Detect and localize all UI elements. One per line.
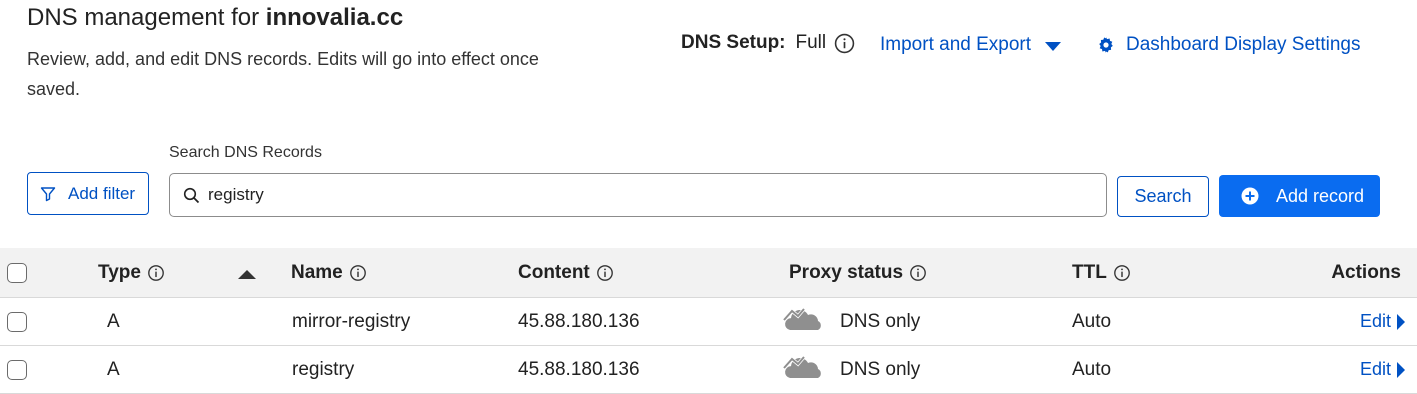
add-filter-button[interactable]: Add filter: [27, 172, 149, 215]
column-actions: Actions: [1331, 248, 1401, 297]
search-input[interactable]: [208, 185, 1088, 205]
record-ttl: Auto: [1072, 358, 1112, 380]
dns-setup-value: Full: [795, 32, 827, 53]
column-ttl[interactable]: TTL: [1072, 248, 1131, 297]
record-content: 45.88.180.136: [518, 358, 640, 380]
column-ttl-label: TTL: [1072, 261, 1107, 283]
column-actions-label: Actions: [1331, 261, 1401, 283]
dashboard-display-settings-label: Dashboard Display Settings: [1126, 34, 1361, 55]
edit-link-text[interactable]: Edit: [1360, 359, 1405, 380]
info-icon[interactable]: [834, 33, 855, 54]
edit-label: Edit: [1359, 359, 1391, 379]
search-icon: [183, 187, 200, 203]
column-name[interactable]: Name: [291, 248, 367, 297]
dns-records-table: Type Name Content Proxy status TTL Actio…: [0, 248, 1417, 394]
edit-record-link[interactable]: Edit: [1360, 298, 1405, 345]
sort-ascending-icon[interactable]: [238, 270, 256, 279]
import-export-menu[interactable]: Import and Export: [880, 34, 1062, 56]
record-content: 45.88.180.136: [518, 310, 640, 332]
column-type-label: Type: [98, 261, 141, 283]
dashboard-display-settings-link[interactable]: Dashboard Display Settings: [1098, 34, 1360, 56]
gear-icon: [1099, 37, 1113, 53]
search-field[interactable]: [169, 173, 1107, 217]
cloud-dns-only-icon: [782, 355, 821, 378]
search-button[interactable]: Search: [1117, 176, 1209, 217]
record-type: A: [107, 358, 120, 380]
table-header: Type Name Content Proxy status TTL Actio…: [0, 248, 1417, 298]
record-name: registry: [292, 358, 355, 380]
dns-setup: DNS Setup: Full: [681, 32, 855, 54]
info-icon[interactable]: [147, 264, 165, 282]
column-proxy-status[interactable]: Proxy status: [789, 248, 927, 297]
table-row: A mirror-registry 45.88.180.136 DNS only…: [0, 298, 1417, 346]
import-export-label: Import and Export: [880, 34, 1032, 55]
page-title-prefix: DNS management for: [27, 4, 266, 31]
caret-down-icon: [1045, 41, 1062, 51]
add-filter-label: Add filter: [68, 183, 136, 203]
search-label: Search DNS Records: [169, 144, 322, 161]
info-icon[interactable]: [596, 264, 614, 282]
info-icon[interactable]: [1113, 264, 1131, 282]
filter-icon: [40, 186, 56, 201]
plus-circle-icon: [1241, 187, 1259, 205]
edit-link-text[interactable]: Edit: [1360, 311, 1405, 332]
domain-name: innovalia.cc: [265, 4, 404, 31]
record-proxy-status: DNS only: [782, 298, 920, 345]
page-subtitle: Review, add, and edit DNS records. Edits…: [27, 49, 539, 99]
proxy-status-label: DNS only: [840, 310, 921, 332]
caret-right-icon: [1397, 313, 1405, 330]
dns-setup-label: DNS Setup:: [681, 32, 786, 53]
record-name: mirror-registry: [292, 310, 411, 332]
column-proxy-status-label: Proxy status: [789, 261, 904, 283]
proxy-status-label: DNS only: [840, 358, 921, 380]
column-type[interactable]: Type: [98, 248, 165, 297]
caret-right-icon: [1397, 361, 1405, 378]
row-checkbox[interactable]: [7, 359, 27, 380]
table-row: A registry 45.88.180.136 DNS only Auto E…: [0, 346, 1417, 394]
column-content[interactable]: Content: [518, 248, 614, 297]
add-record-button[interactable]: Add record: [1219, 175, 1380, 217]
cloud-dns-only-icon: [782, 307, 821, 330]
add-record-label: Add record: [1276, 185, 1365, 206]
edit-record-link[interactable]: Edit: [1360, 346, 1405, 393]
page-title: DNS management for innovalia.cc: [27, 4, 403, 32]
row-checkbox[interactable]: [7, 311, 27, 332]
record-type: A: [107, 310, 120, 332]
select-all-checkbox[interactable]: [7, 262, 27, 283]
info-icon[interactable]: [909, 264, 927, 282]
edit-label: Edit: [1359, 311, 1391, 331]
info-icon[interactable]: [349, 264, 367, 282]
record-proxy-status: DNS only: [782, 346, 920, 393]
column-name-label: Name: [291, 261, 343, 283]
column-content-label: Content: [518, 261, 590, 283]
record-ttl: Auto: [1072, 310, 1112, 332]
